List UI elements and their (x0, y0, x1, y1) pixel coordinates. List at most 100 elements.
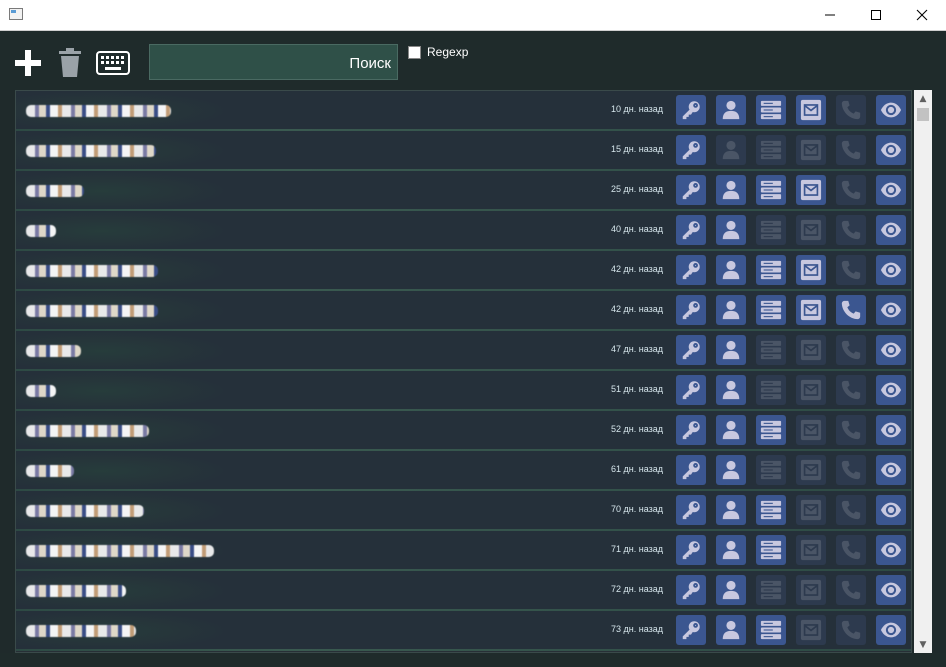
view-button[interactable] (876, 135, 906, 165)
key-button[interactable] (676, 295, 706, 325)
list-item[interactable]: 51 дн. назад (16, 371, 911, 411)
mail-button[interactable] (796, 495, 826, 525)
key-button[interactable] (676, 255, 706, 285)
mail-button[interactable] (796, 415, 826, 445)
mail-button[interactable] (796, 135, 826, 165)
server-button[interactable] (756, 495, 786, 525)
close-button[interactable] (899, 0, 945, 30)
user-button[interactable] (716, 335, 746, 365)
mail-button[interactable] (796, 215, 826, 245)
phone-button[interactable] (836, 615, 866, 645)
phone-button[interactable] (836, 335, 866, 365)
view-button[interactable] (876, 375, 906, 405)
list-item[interactable]: 70 дн. назад (16, 491, 911, 531)
server-button[interactable] (756, 415, 786, 445)
server-button[interactable] (756, 175, 786, 205)
server-button[interactable] (756, 375, 786, 405)
minimize-button[interactable] (807, 0, 853, 30)
server-button[interactable] (756, 215, 786, 245)
view-button[interactable] (876, 295, 906, 325)
phone-button[interactable] (836, 535, 866, 565)
phone-button[interactable] (836, 495, 866, 525)
list-item[interactable]: 10 дн. назад (16, 91, 911, 131)
vertical-scrollbar[interactable]: ▲ ▼ (914, 90, 932, 653)
list-item[interactable]: 73 дн. назад (16, 611, 911, 651)
list-item[interactable]: 42 дн. назад (16, 251, 911, 291)
mail-button[interactable] (796, 375, 826, 405)
user-button[interactable] (716, 615, 746, 645)
key-button[interactable] (676, 135, 706, 165)
regexp-checkbox[interactable]: Regexp (408, 45, 468, 59)
mail-button[interactable] (796, 335, 826, 365)
list-item[interactable]: 15 дн. назад (16, 131, 911, 171)
view-button[interactable] (876, 455, 906, 485)
server-button[interactable] (756, 535, 786, 565)
key-button[interactable] (676, 415, 706, 445)
list-item[interactable]: 40 дн. назад (16, 211, 911, 251)
list-item[interactable]: 71 дн. назад (16, 531, 911, 571)
phone-button[interactable] (836, 455, 866, 485)
user-button[interactable] (716, 95, 746, 125)
mail-button[interactable] (796, 575, 826, 605)
server-button[interactable] (756, 615, 786, 645)
user-button[interactable] (716, 175, 746, 205)
view-button[interactable] (876, 415, 906, 445)
view-button[interactable] (876, 495, 906, 525)
key-button[interactable] (676, 215, 706, 245)
user-button[interactable] (716, 215, 746, 245)
phone-button[interactable] (836, 575, 866, 605)
user-button[interactable] (716, 535, 746, 565)
view-button[interactable] (876, 255, 906, 285)
phone-button[interactable] (836, 295, 866, 325)
list-item[interactable]: 25 дн. назад (16, 171, 911, 211)
list-item[interactable]: 47 дн. назад (16, 331, 911, 371)
list-item[interactable]: 52 дн. назад (16, 411, 911, 451)
mail-button[interactable] (796, 95, 826, 125)
view-button[interactable] (876, 175, 906, 205)
mail-button[interactable] (796, 455, 826, 485)
user-button[interactable] (716, 135, 746, 165)
server-button[interactable] (756, 95, 786, 125)
server-button[interactable] (756, 335, 786, 365)
server-button[interactable] (756, 255, 786, 285)
scroll-down-arrow-icon[interactable]: ▼ (914, 636, 932, 653)
phone-button[interactable] (836, 215, 866, 245)
key-button[interactable] (676, 495, 706, 525)
server-button[interactable] (756, 135, 786, 165)
server-button[interactable] (756, 455, 786, 485)
maximize-button[interactable] (853, 0, 899, 30)
key-button[interactable] (676, 375, 706, 405)
user-button[interactable] (716, 575, 746, 605)
scrollbar-thumb[interactable] (917, 108, 929, 121)
add-button[interactable] (12, 47, 44, 79)
view-button[interactable] (876, 215, 906, 245)
list-item[interactable]: 42 дн. назад (16, 291, 911, 331)
mail-button[interactable] (796, 255, 826, 285)
server-button[interactable] (756, 575, 786, 605)
view-button[interactable] (876, 95, 906, 125)
key-button[interactable] (676, 575, 706, 605)
delete-button[interactable] (54, 47, 86, 79)
scroll-up-arrow-icon[interactable]: ▲ (914, 90, 932, 107)
user-button[interactable] (716, 255, 746, 285)
phone-button[interactable] (836, 375, 866, 405)
key-button[interactable] (676, 615, 706, 645)
list-item[interactable]: 72 дн. назад (16, 571, 911, 611)
phone-button[interactable] (836, 95, 866, 125)
phone-button[interactable] (836, 415, 866, 445)
key-button[interactable] (676, 175, 706, 205)
view-button[interactable] (876, 575, 906, 605)
key-button[interactable] (676, 335, 706, 365)
key-button[interactable] (676, 535, 706, 565)
view-button[interactable] (876, 535, 906, 565)
mail-button[interactable] (796, 615, 826, 645)
user-button[interactable] (716, 415, 746, 445)
key-button[interactable] (676, 95, 706, 125)
view-button[interactable] (876, 615, 906, 645)
regexp-checkbox-box[interactable] (408, 45, 421, 59)
phone-button[interactable] (836, 255, 866, 285)
view-button[interactable] (876, 335, 906, 365)
search-input[interactable]: Поиск (149, 44, 398, 80)
key-button[interactable] (676, 455, 706, 485)
mail-button[interactable] (796, 535, 826, 565)
